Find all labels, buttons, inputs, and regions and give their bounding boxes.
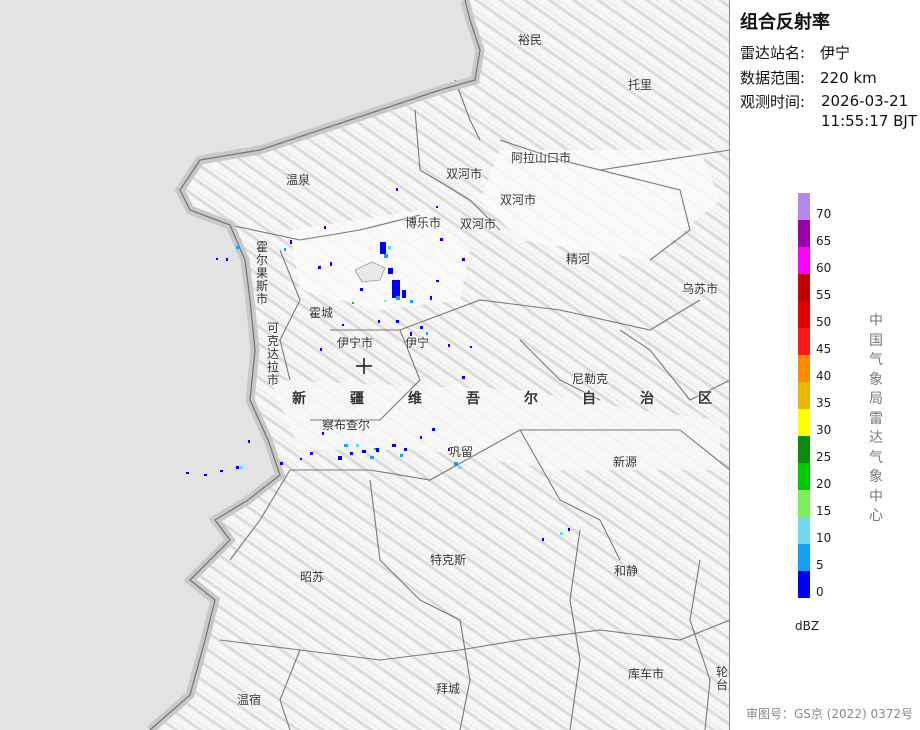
colorbar-tick-label: 70 — [816, 207, 832, 221]
place-label: 和静 — [614, 564, 639, 578]
map-approval-number: 审图号：GS京 (2022) 0372号 — [746, 707, 913, 721]
colorbar-tick-label: 5 — [816, 558, 824, 572]
place-label: 温宿 — [237, 693, 262, 707]
place-label: 博乐市 — [405, 216, 442, 230]
colorbar-segment — [798, 490, 810, 517]
place-label: 霍城 — [309, 306, 334, 320]
place-label: 双河市 — [446, 167, 483, 181]
range-label: 数据范围: — [740, 69, 806, 87]
vendor-label: 中国气象局雷达气象中心 — [869, 313, 883, 524]
place-label: 双河市 — [460, 217, 497, 231]
colorbar-tick-label: 60 — [816, 261, 832, 275]
colorbar-tick-label: 25 — [816, 450, 832, 464]
colorbar-segment — [798, 247, 810, 274]
place-label: 伊宁市 — [337, 336, 374, 350]
colorbar-segment — [798, 544, 810, 571]
colorbar-segment — [798, 220, 810, 247]
place-label: 库车市 — [628, 667, 665, 681]
station-value: 伊宁 — [820, 44, 851, 62]
colorbar-segment — [798, 517, 810, 544]
colorbar-segment — [798, 193, 810, 220]
colorbar-tick-label: 45 — [816, 342, 832, 356]
place-label: 轮台 — [715, 665, 728, 692]
place-label: 双河市 — [500, 193, 537, 207]
range-row: 数据范围: 220 km — [740, 67, 877, 88]
time-date: 2026-03-21 — [821, 92, 909, 110]
place-label: 裕民 — [518, 33, 543, 47]
place-label: 尼勒克 — [572, 372, 609, 386]
station-row: 雷达站名: 伊宁 — [740, 42, 850, 63]
colorbar-tick-label: 40 — [816, 369, 832, 383]
colorbar-segment — [798, 571, 810, 598]
colorbar-segment — [798, 382, 810, 409]
colorbar-segment — [798, 328, 810, 355]
range-value: 220 km — [820, 69, 877, 87]
radar-map[interactable]: 裕民 托里 阿拉山口市 温泉 双河市 双河市 博乐市 双河市 精河 乌苏市 霍城… — [0, 0, 730, 730]
map-terrain — [147, 0, 730, 730]
colorbar-tick-label: 20 — [816, 477, 832, 491]
unit-label: dBZ — [795, 619, 820, 633]
place-label: 温泉 — [286, 173, 311, 187]
colorbar-segment — [798, 409, 810, 436]
place-label: 托里 — [628, 78, 653, 92]
station-label: 雷达站名: — [740, 44, 806, 62]
colorbar-tick-label: 35 — [816, 396, 832, 410]
china-land — [150, 0, 730, 730]
place-label: 巩留 — [449, 445, 474, 459]
info-panel: 组合反射率 雷达站名: 伊宁 数据范围: 220 km 观测时间: 2026-03-… — [730, 0, 920, 730]
time-label: 观测时间: — [740, 93, 806, 111]
place-label: 伊宁 — [405, 336, 430, 350]
colorbar-tick-label: 10 — [816, 531, 832, 545]
colorbar-segment — [798, 274, 810, 301]
place-label: 阿拉山口市 — [511, 151, 572, 165]
place-label: 可克达拉市 — [266, 321, 279, 387]
place-label: 察布查尔 — [322, 418, 371, 432]
time-row: 观测时间: — [740, 91, 820, 112]
place-label: 乌苏市 — [682, 282, 719, 296]
colorbar-segment — [798, 355, 810, 382]
place-label: 精河 — [566, 252, 591, 266]
colorbar-segment — [798, 301, 810, 328]
colorbar-tick-label: 65 — [816, 234, 832, 248]
place-label: 拜城 — [436, 682, 461, 696]
colorbar-tick-label: 55 — [816, 288, 832, 302]
place-label: 特克斯 — [430, 553, 467, 567]
place-label: 新源 — [613, 455, 638, 469]
product-title: 组合反射率 — [740, 12, 830, 33]
colorbar-tick-label: 30 — [816, 423, 832, 437]
time-value: 2026-03-21 11:55:17 BJT — [821, 91, 917, 131]
colorbar-segment — [798, 463, 810, 490]
place-label: 昭苏 — [300, 570, 325, 584]
colorbar-tick-label: 0 — [816, 585, 824, 599]
region-label: 新疆 维吾 尔自 治区 — [292, 391, 712, 407]
time-clock: 11:55:17 BJT — [821, 112, 918, 130]
reflectivity-colorbar — [798, 193, 810, 598]
colorbar-tick-label: 50 — [816, 315, 832, 329]
place-label: 霍尔果斯市 — [255, 240, 268, 306]
colorbar-segment — [798, 436, 810, 463]
colorbar-tick-label: 15 — [816, 504, 832, 518]
